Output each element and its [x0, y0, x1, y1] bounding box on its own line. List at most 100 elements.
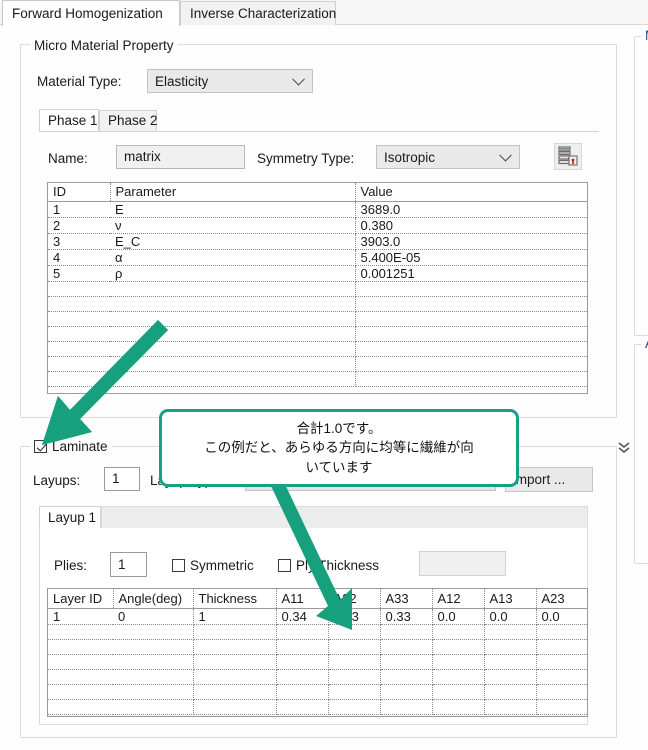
- symmetric-checkbox[interactable]: [172, 559, 185, 572]
- cell-parameter: E_C: [110, 233, 356, 250]
- layup-grid-header-layer-id: Layer ID: [48, 589, 114, 609]
- cell-parameter: ν: [110, 217, 356, 234]
- material-type-combo[interactable]: Elasticity: [147, 69, 313, 93]
- table-row: [48, 669, 587, 685]
- cell-value: 0.001251: [355, 265, 587, 282]
- laminate-checkbox-row[interactable]: Laminate: [30, 439, 112, 454]
- symmetry-type-label: Symmetry Type:: [257, 151, 355, 166]
- table-row: [48, 624, 587, 640]
- table-row: [48, 371, 587, 387]
- layup-grid-header-a23: A23: [536, 589, 587, 609]
- table-row: [48, 654, 587, 670]
- table-row: 2 ν 0.380: [48, 217, 587, 234]
- laminate-checkbox[interactable]: [34, 440, 47, 453]
- cell-thickness: 1: [193, 608, 277, 625]
- annotation-callout: 合計1.0です。 この例だと、あらゆる方向に均等に繊維が向 いています: [159, 409, 519, 487]
- phase-name-input[interactable]: matrix: [116, 145, 245, 169]
- tab-phase-1[interactable]: Phase 1: [39, 109, 99, 131]
- table-row: [48, 699, 587, 715]
- plies-label: Plies:: [54, 558, 88, 573]
- layups-input[interactable]: 1: [104, 467, 140, 491]
- symmetric-label: Symmetric: [190, 558, 254, 573]
- parameter-grid-frame: ID Parameter Value 1 E 3689.0 2 ν 0.380 …: [47, 182, 588, 394]
- cell-a22: 0.33: [328, 608, 381, 625]
- cell-a12: 0.0: [432, 608, 485, 625]
- parameter-grid-header-id: ID: [48, 183, 111, 202]
- tab-forward-homogenization[interactable]: Forward Homogenization: [2, 0, 180, 26]
- tab-inverse-characterization-label: Inverse Characterization: [190, 6, 337, 21]
- table-row: 5 ρ 0.001251: [48, 265, 587, 282]
- layup-grid-header-a12: A12: [432, 589, 485, 609]
- tab-phase-2-label: Phase 2: [108, 113, 158, 128]
- right-panel-partial-1: M: [634, 28, 648, 336]
- parameter-grid-body: 1 E 3689.0 2 ν 0.380 3 E_C 3903.0 4 α 5.…: [48, 201, 587, 387]
- table-row: [48, 326, 587, 342]
- ply-thickness-checkbox-row[interactable]: Ply Thickness: [278, 558, 379, 573]
- cell-parameter: ρ: [110, 265, 356, 282]
- database-import-icon: [558, 146, 578, 166]
- callout-line-2: この例だと、あらゆる方向に均等に繊維が向: [204, 440, 474, 456]
- table-row: [48, 281, 587, 297]
- layup-grid-header-a33: A33: [380, 589, 433, 609]
- cell-id: 4: [48, 249, 110, 266]
- cell-value: 5.400E-05: [355, 249, 587, 266]
- cell-id: 1: [48, 201, 110, 218]
- layup-grid-header-a13: A13: [484, 589, 537, 609]
- cell-value: 0.380: [355, 217, 587, 234]
- tab-forward-homogenization-label: Forward Homogenization: [12, 6, 163, 21]
- chevron-down-icon: [292, 72, 305, 86]
- tab-phase-2[interactable]: Phase 2: [99, 110, 158, 131]
- cell-id: 5: [48, 265, 110, 282]
- cell-a33: 0.33: [380, 608, 433, 625]
- layup-grid-header-a22: A22: [328, 589, 381, 609]
- layup-grid-header-a11: A11: [276, 589, 329, 609]
- layup-grid-body: 1 0 1 0.34 0.33 0.33 0.0 0.0 0.0: [48, 608, 587, 715]
- right-panel-partial-2: A: [634, 336, 648, 564]
- right-panel-partial-1-title: M: [641, 28, 648, 43]
- table-row: [48, 341, 587, 357]
- phase-name-label: Name:: [48, 151, 88, 166]
- parameter-grid-header-row: ID Parameter Value: [48, 183, 587, 202]
- plies-input[interactable]: 1: [110, 552, 147, 577]
- table-row: 3 E_C 3903.0: [48, 233, 587, 250]
- table-row: [48, 311, 587, 327]
- ply-thickness-checkbox[interactable]: [278, 559, 291, 572]
- cell-value: 3903.0: [355, 233, 587, 250]
- material-type-label: Material Type:: [37, 74, 122, 89]
- table-row: [48, 296, 587, 312]
- cell-parameter: E: [110, 201, 356, 218]
- layup-grid-frame: Layer ID Angle(deg) Thickness A11 A22 A3…: [47, 588, 588, 717]
- layup-tabstrip-filler: [101, 506, 588, 528]
- callout-line-1: 合計1.0です。: [296, 420, 382, 436]
- double-chevron-down-icon[interactable]: [617, 440, 631, 456]
- phase-name-value: matrix: [124, 149, 161, 165]
- material-type-value: Elasticity: [155, 73, 209, 89]
- layups-label: Layups:: [33, 473, 81, 488]
- symmetric-checkbox-row[interactable]: Symmetric: [172, 558, 254, 573]
- ply-thickness-input[interactable]: [419, 551, 506, 576]
- tab-layup-1[interactable]: Layup 1: [39, 506, 101, 528]
- chevron-down-icon: [499, 148, 512, 162]
- table-row: 1 E 3689.0: [48, 201, 587, 218]
- micro-material-property-title: Micro Material Property: [30, 38, 178, 53]
- table-row: [48, 684, 587, 700]
- layup-grid-header-row: Layer ID Angle(deg) Thickness A11 A22 A3…: [48, 589, 587, 609]
- material-database-button[interactable]: [554, 143, 582, 170]
- tab-inverse-characterization[interactable]: Inverse Characterization: [180, 1, 336, 25]
- cell-a13: 0.0: [484, 608, 537, 625]
- symmetry-type-value: Isotropic: [384, 149, 436, 165]
- parameter-grid[interactable]: ID Parameter Value 1 E 3689.0 2 ν 0.380 …: [48, 183, 587, 387]
- phase-tab-underline: [39, 131, 599, 132]
- symmetry-type-combo[interactable]: Isotropic: [376, 145, 520, 169]
- callout-line-3: いています: [305, 459, 373, 475]
- layup-grid[interactable]: Layer ID Angle(deg) Thickness A11 A22 A3…: [48, 589, 587, 715]
- cell-a23: 0.0: [536, 608, 587, 625]
- parameter-grid-header-parameter: Parameter: [110, 183, 356, 202]
- ply-thickness-label: Ply Thickness: [296, 558, 380, 573]
- table-row: [48, 356, 587, 372]
- right-panel-partial-2-title: A: [641, 336, 648, 351]
- cell-angle: 0: [113, 608, 194, 625]
- layups-value: 1: [112, 471, 120, 487]
- import-button-label: Import ...: [512, 472, 566, 487]
- table-row: [48, 639, 587, 655]
